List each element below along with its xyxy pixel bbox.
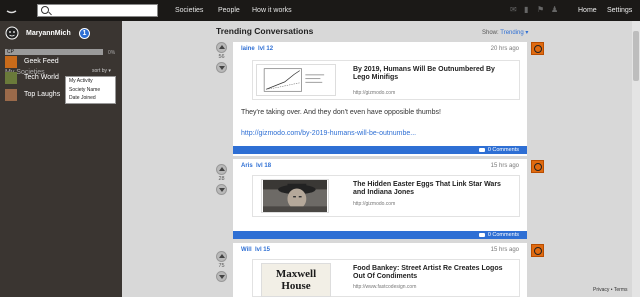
cp-progress-bar: CP <box>5 49 103 55</box>
post-author[interactable]: laine lvl 12 <box>241 46 273 52</box>
post-user[interactable]: Aris <box>241 163 253 169</box>
sort-by-label: sort by <box>92 68 108 74</box>
comments-bar[interactable]: 0 Comments <box>233 146 527 154</box>
avatar[interactable] <box>5 25 19 41</box>
sort-menu: My Activity Society Name Date Joined <box>65 76 116 104</box>
show-filter[interactable]: Show: Trending ▾ <box>482 29 528 36</box>
scrollbar-thumb[interactable] <box>633 31 639 81</box>
comments-count[interactable]: 0 Comments <box>488 147 519 153</box>
society-label: Geek Feed <box>24 58 59 65</box>
society-thumbnail <box>5 89 17 101</box>
sidebar: MaryannMich 1 CP 0% My Societies sort by… <box>0 21 122 297</box>
link-thumbnail <box>256 64 336 96</box>
post-author[interactable]: Will lvl 15 <box>241 247 270 253</box>
footer-separator: • <box>610 287 613 293</box>
notification-badge[interactable]: 1 <box>79 28 90 39</box>
upvote-button[interactable] <box>216 42 227 53</box>
link-title[interactable]: Food Bankey: Street Artist Re Creates Lo… <box>353 265 513 281</box>
society-label: Tech World <box>24 74 59 81</box>
vote-count: 28 <box>218 176 225 182</box>
people-icon[interactable]: ♟ <box>551 6 559 14</box>
link-url: http://www.fastcodesign.com <box>353 284 417 290</box>
vote-control: 28 <box>216 164 229 195</box>
downvote-button[interactable] <box>216 62 227 73</box>
post-level: lvl 18 <box>256 163 272 169</box>
society-thumbnail <box>5 56 17 68</box>
comment-icon <box>478 232 485 237</box>
sort-option-my-activity[interactable]: My Activity <box>66 77 115 86</box>
post-time: 20 hrs ago <box>490 46 519 52</box>
nav-people[interactable]: People <box>218 7 240 14</box>
post-url[interactable]: http://gizmodo.com/by-2019-humans-will-b… <box>241 130 416 137</box>
post-author[interactable]: Aris lvl 18 <box>241 163 271 169</box>
vote-control: 56 <box>216 42 229 73</box>
comments-count[interactable]: 0 Comments <box>488 232 519 238</box>
terms-link[interactable]: Terms <box>614 287 628 293</box>
top-bar: Societies People How it works ✉ ▮ ⚑ ♟ Ho… <box>0 0 640 21</box>
search-input[interactable] <box>37 4 158 17</box>
post-user[interactable]: Will <box>241 247 252 253</box>
chevron-down-icon: ▾ <box>108 68 111 74</box>
show-value[interactable]: Trending <box>500 30 523 36</box>
society-label: Top Laughs <box>24 91 61 98</box>
society-icon[interactable] <box>531 160 544 173</box>
mail-icon[interactable]: ✉ <box>510 6 518 14</box>
link-title[interactable]: By 2019, Humans Will Be Outnumbered By L… <box>353 66 513 82</box>
comment-icon <box>478 147 485 152</box>
link-title[interactable]: The Hidden Easter Eggs That Link Star Wa… <box>353 181 513 197</box>
privacy-link[interactable]: Privacy <box>593 287 609 293</box>
link-preview[interactable]: Maxwell House Food Bankey: Street Artist… <box>252 259 520 297</box>
nav-societies[interactable]: Societies <box>175 7 203 14</box>
nav-settings[interactable]: Settings <box>607 7 632 14</box>
post-time: 15 hrs ago <box>490 163 519 169</box>
link-preview[interactable]: The Hidden Easter Eggs That Link Star Wa… <box>252 175 520 217</box>
society-thumbnail <box>5 72 17 84</box>
post-user[interactable]: laine <box>241 46 255 52</box>
search-icon <box>41 6 49 14</box>
post-time: 15 hrs ago <box>490 247 519 253</box>
vote-count: 75 <box>218 263 225 269</box>
nav-how-it-works[interactable]: How it works <box>252 7 292 14</box>
link-url: http://gizmodo.com <box>353 90 396 96</box>
society-icon[interactable] <box>531 42 544 55</box>
page-title: Trending Conversations <box>216 26 314 36</box>
chevron-down-icon: ▾ <box>525 30 529 36</box>
cp-label: CP <box>7 49 14 55</box>
vote-control: 75 <box>216 251 229 282</box>
sort-by-dropdown[interactable]: sort by ▾ <box>92 68 111 74</box>
scrollbar[interactable] <box>632 21 640 297</box>
thumb-brand-line-1: Maxwell <box>275 268 317 280</box>
post-card: Aris lvl 18 15 hrs ago The Hidden Easter… <box>233 159 527 239</box>
sort-option-date-joined[interactable]: Date Joined <box>66 94 115 103</box>
post-level: lvl 15 <box>254 247 270 253</box>
post-level: lvl 12 <box>258 46 274 52</box>
vote-count: 56 <box>218 54 225 60</box>
logo-icon[interactable] <box>6 5 17 14</box>
society-icon[interactable] <box>531 244 544 257</box>
post-text: They're taking over. And they don't even… <box>241 109 441 116</box>
link-thumbnail: Maxwell House <box>261 263 331 297</box>
search-field[interactable] <box>52 6 156 15</box>
comments-bar[interactable]: 0 Comments <box>233 231 527 239</box>
username[interactable]: MaryannMich <box>26 30 71 37</box>
link-url: http://gizmodo.com <box>353 201 396 207</box>
link-preview[interactable]: By 2019, Humans Will Be Outnumbered By L… <box>252 60 520 100</box>
chart-icon[interactable]: ▮ <box>524 6 532 14</box>
upvote-button[interactable] <box>216 251 227 262</box>
footer-links: Privacy • Terms <box>593 287 628 293</box>
thumb-brand-line-2: House <box>281 280 311 292</box>
downvote-button[interactable] <box>216 184 227 195</box>
upvote-button[interactable] <box>216 164 227 175</box>
nav-home[interactable]: Home <box>578 7 597 14</box>
link-thumbnail <box>261 179 329 213</box>
flag-icon[interactable]: ⚑ <box>537 6 545 14</box>
cp-value: 0% <box>108 50 116 56</box>
show-label: Show: <box>482 30 499 36</box>
post-card: laine lvl 12 20 hrs ago By 2019, Humans … <box>233 42 527 156</box>
downvote-button[interactable] <box>216 271 227 282</box>
post-card: Will lvl 15 15 hrs ago Maxwell House Foo… <box>233 243 527 297</box>
sort-option-society-name[interactable]: Society Name <box>66 86 115 95</box>
